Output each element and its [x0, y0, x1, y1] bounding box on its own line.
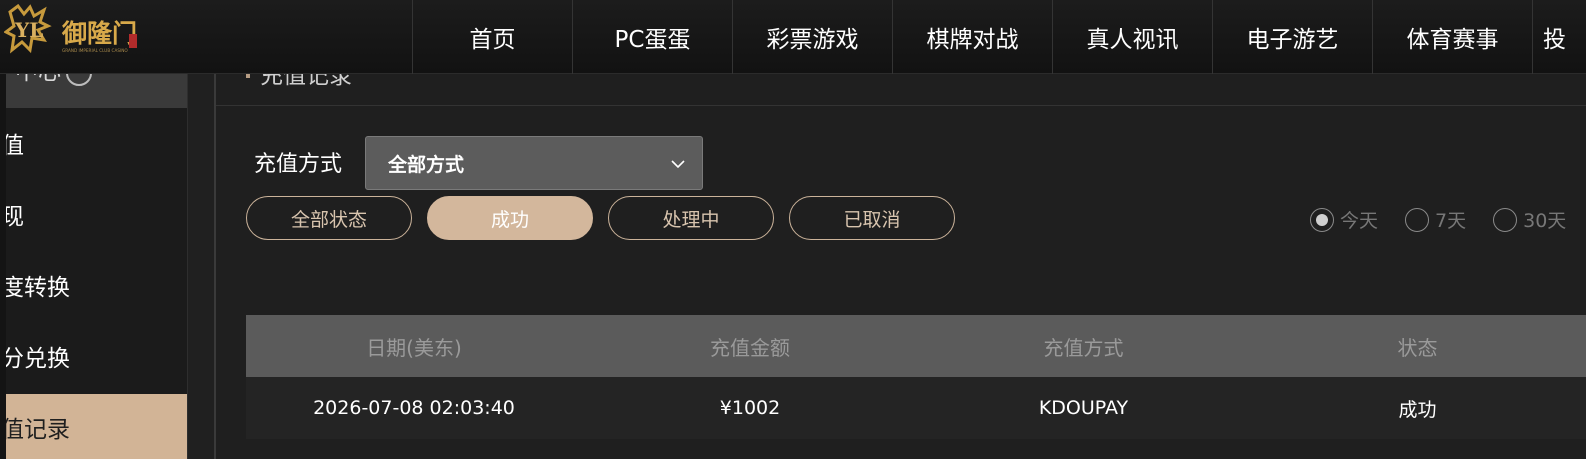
nav-slots[interactable]: 电子游艺 — [1212, 0, 1372, 74]
status-filter-all[interactable]: 全部状态 — [246, 196, 412, 240]
radio-icon[interactable] — [1493, 207, 1518, 232]
title-accent — [246, 74, 250, 78]
radio-checked-icon[interactable] — [1310, 207, 1334, 232]
date-range-today[interactable]: 今天 — [1310, 206, 1378, 233]
sidebar-item-deposit[interactable]: 充值 — [0, 110, 187, 176]
page-root: 个中心 充值 提现 额度转换 积分兑换 充值记录 充值记录 充值方式 全部方式 — [0, 0, 1586, 459]
deposit-records-table: 日期(美东) 充值金额 充值方式 状态 2026-07-08 02:03:40 … — [246, 315, 1586, 439]
sidebar-item-label: 额度转换 — [0, 275, 70, 301]
sidebar-item-deposit-records[interactable]: 充值记录 — [0, 394, 187, 459]
cell-date: 2026-07-08 02:03:40 — [313, 397, 515, 419]
section-title-bar: 充值记录 — [216, 63, 1586, 106]
brand-name: 御隆门 — [61, 19, 137, 48]
cell-amount: ¥1002 — [719, 397, 781, 419]
sidebar-header-label: 个中心 — [0, 74, 61, 86]
cell-status: 成功 — [1398, 398, 1437, 421]
nav-more[interactable]: 投 — [1532, 0, 1586, 74]
nav-live-casino[interactable]: 真人视讯 — [1052, 0, 1212, 74]
date-range-30days[interactable]: 30天 — [1493, 206, 1566, 233]
sidebar-gutter — [188, 74, 216, 459]
status-filter-processing[interactable]: 处理中 — [608, 196, 774, 240]
method-select[interactable]: 全部方式 — [365, 136, 703, 190]
sidebar-item-transfer[interactable]: 额度转换 — [0, 252, 187, 318]
sidebar-item-label: 充值记录 — [0, 417, 70, 443]
nav-home[interactable]: 首页 — [412, 0, 572, 74]
main-nav: 首页 PC蛋蛋 彩票游戏 棋牌对战 真人视讯 电子游艺 体育赛事 投 — [412, 0, 1586, 74]
sidebar-header: 个中心 — [0, 74, 187, 108]
cell-method: KDOUPAY — [1038, 397, 1129, 419]
dragon-logo-icon: YL 御隆门 GRAND IMPERIAL CLUB CASINO — [4, 4, 137, 54]
column-header-status: 状态 — [1397, 335, 1438, 360]
top-navbar: YL 御隆门 GRAND IMPERIAL CLUB CASINO 首页 PC蛋… — [0, 0, 1586, 74]
status-filter-cancelled[interactable]: 已取消 — [789, 196, 955, 240]
column-header-amount: 充值金额 — [710, 335, 790, 360]
table-row: 2026-07-08 02:03:40 ¥1002 KDOUPAY 成功 — [246, 377, 1586, 439]
sidebar-item-withdraw[interactable]: 提现 — [0, 181, 187, 247]
nav-sports[interactable]: 体育赛事 — [1372, 0, 1532, 74]
radio-icon[interactable] — [1405, 207, 1430, 232]
nav-lottery[interactable]: 彩票游戏 — [732, 0, 892, 74]
brand-tagline: GRAND IMPERIAL CLUB CASINO — [62, 48, 128, 53]
status-filter-group: 全部状态 成功 处理中 已取消 — [246, 196, 970, 240]
main-content: 充值记录 充值方式 全部方式 全部状态 成功 处理中 已取消 今天 7天 30天… — [216, 63, 1586, 459]
nav-card-games[interactable]: 棋牌对战 — [892, 0, 1052, 74]
chevron-down-icon — [671, 160, 685, 169]
column-header-date: 日期(美东) — [366, 335, 462, 360]
date-range-label: 今天 — [1340, 210, 1379, 232]
status-filter-success[interactable]: 成功 — [427, 196, 593, 240]
date-range-group: 今天 7天 30天 — [1310, 206, 1586, 233]
brand-logo[interactable]: YL 御隆门 GRAND IMPERIAL CLUB CASINO — [4, 4, 144, 64]
nav-pc-dandan[interactable]: PC蛋蛋 — [572, 0, 732, 74]
column-header-method: 充值方式 — [1043, 335, 1124, 360]
svg-text:YL: YL — [14, 18, 43, 42]
method-label: 充值方式 — [254, 152, 343, 177]
date-range-7days[interactable]: 7天 — [1405, 206, 1466, 233]
table-header: 日期(美东) 充值金额 充值方式 状态 — [246, 315, 1586, 377]
user-circle-icon[interactable] — [66, 74, 92, 86]
sidebar-item-points-exchange[interactable]: 积分兑换 — [0, 323, 187, 389]
date-range-label: 30天 — [1523, 210, 1567, 232]
sidebar-item-label: 积分兑换 — [0, 346, 70, 372]
method-select-value: 全部方式 — [388, 153, 465, 176]
date-range-label: 7天 — [1435, 210, 1467, 232]
